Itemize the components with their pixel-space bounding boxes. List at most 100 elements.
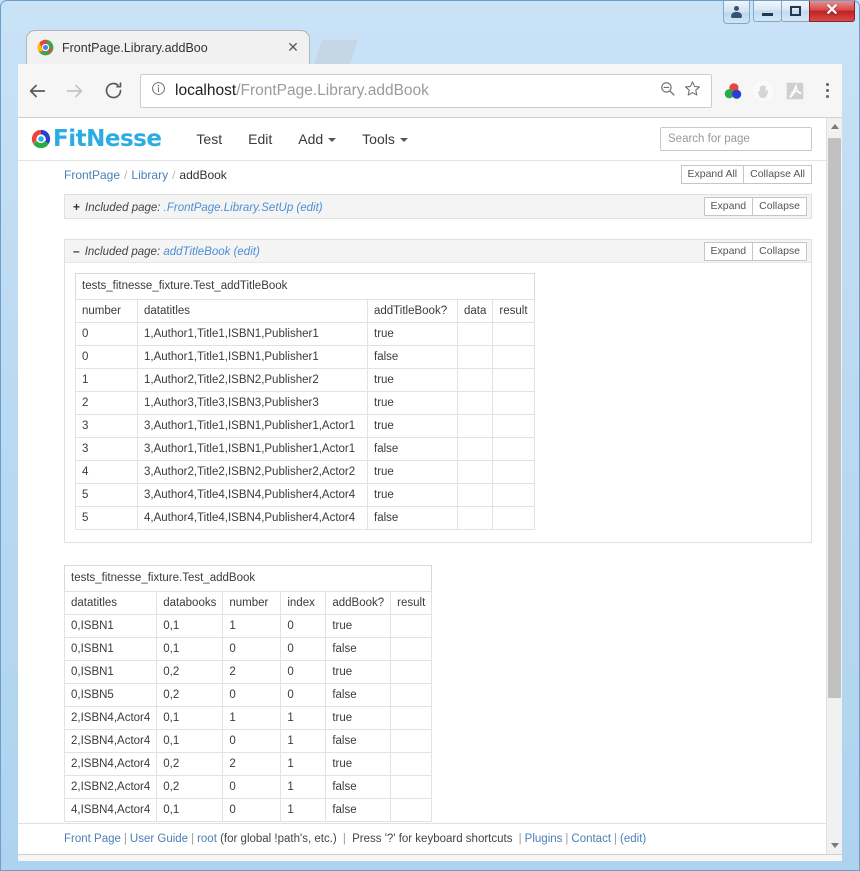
included-page-setup-header: + Included page: .FrontPage.Library.SetUp… bbox=[65, 195, 811, 218]
cell: 0 bbox=[222, 729, 282, 753]
address-bar[interactable]: localhost/FrontPage.Library.addBook bbox=[140, 73, 712, 108]
cell: 0 bbox=[75, 322, 138, 346]
included-page-link[interactable]: addTitleBook bbox=[163, 246, 230, 258]
bookmark-star-icon[interactable] bbox=[684, 80, 701, 102]
cell: false bbox=[367, 506, 458, 530]
cell bbox=[390, 683, 433, 707]
cell: 0 bbox=[280, 637, 327, 661]
cell: 0,ISBN1 bbox=[63, 660, 158, 684]
close-window-button[interactable]: ✕ bbox=[809, 1, 855, 22]
collapse-button[interactable]: Collapse bbox=[752, 197, 807, 216]
cell bbox=[492, 391, 535, 415]
forward-button[interactable] bbox=[56, 72, 94, 110]
cell bbox=[492, 414, 535, 438]
cell bbox=[492, 483, 535, 507]
footer-separator: | bbox=[518, 833, 522, 845]
search-input[interactable]: Search for page bbox=[660, 127, 812, 151]
included-page-link[interactable]: .FrontPage.Library.SetUp bbox=[164, 202, 294, 214]
table-row: 3 3,Author1,Title1,ISBN1,Publisher1,Acto… bbox=[75, 437, 535, 461]
page-scrollbar[interactable] bbox=[826, 118, 842, 854]
table-row: 0 1,Author1,Title1,ISBN1,Publisher1 true bbox=[75, 322, 535, 346]
footer-link-plugins[interactable]: Plugins bbox=[525, 833, 563, 845]
included-page-edit-link[interactable]: (edit) bbox=[296, 202, 322, 214]
fixture-table-body: tests_fitnesse_fixture.Test_addTitleBook… bbox=[75, 273, 535, 530]
tab-close-icon[interactable]: ✕ bbox=[285, 39, 301, 56]
nav-item-edit-label: Edit bbox=[248, 131, 273, 147]
reload-button[interactable] bbox=[94, 72, 132, 110]
expand-all-button[interactable]: Expand All bbox=[680, 165, 745, 184]
cell: 0,1 bbox=[156, 614, 224, 638]
footer-link-root[interactable]: root bbox=[197, 833, 217, 845]
browser-tab[interactable]: FrontPage.Library.addBoo ✕ bbox=[26, 30, 310, 64]
expand-toggle-icon[interactable]: + bbox=[73, 200, 80, 214]
footer-link-user-guide[interactable]: User Guide bbox=[130, 833, 188, 845]
maximize-button[interactable] bbox=[781, 1, 810, 22]
expand-button[interactable]: Expand bbox=[703, 197, 754, 216]
cell: true bbox=[325, 660, 392, 684]
cell: 3,Author1,Title1,ISBN1,Publisher1,Actor1 bbox=[137, 437, 368, 461]
fitnesse-logo[interactable]: FitNesse bbox=[30, 126, 162, 152]
nav-item-test[interactable]: Test bbox=[183, 125, 235, 153]
cell: 1 bbox=[222, 614, 282, 638]
footer-link-contact[interactable]: Contact bbox=[571, 833, 611, 845]
footer-text-global-path: (for global !path's, etc.) bbox=[216, 833, 340, 845]
url-path: /FrontPage.Library.addBook bbox=[236, 81, 429, 99]
table-row: 0,ISBN5 0,2 0 0 false bbox=[63, 683, 433, 707]
collapse-button[interactable]: Collapse bbox=[752, 241, 807, 261]
fixture-table-add-title-book: tests_fitnesse_fixture.Test_addTitleBook… bbox=[75, 273, 535, 530]
site-info-icon[interactable] bbox=[151, 81, 166, 101]
nav-item-add[interactable]: Add bbox=[285, 125, 349, 153]
back-button[interactable] bbox=[18, 72, 56, 110]
cell: 0,1 bbox=[156, 729, 224, 753]
new-tab-button[interactable] bbox=[314, 40, 358, 64]
url-host: localhost bbox=[175, 81, 237, 99]
breadcrumb-item-library[interactable]: Library bbox=[131, 168, 168, 182]
column-header: datatitles bbox=[63, 591, 158, 615]
user-account-button[interactable] bbox=[723, 1, 750, 24]
cell: 3 bbox=[75, 437, 138, 461]
cell: true bbox=[325, 752, 392, 776]
footer-link-front-page[interactable]: Front Page bbox=[64, 833, 121, 845]
table-row: 0,ISBN1 0,1 1 0 true bbox=[63, 614, 433, 638]
table-row: 5 4,Author4,Title4,ISBN4,Publisher4,Acto… bbox=[75, 506, 535, 530]
cell: true bbox=[367, 322, 458, 346]
scroll-down-button[interactable] bbox=[827, 837, 842, 854]
cell: 2 bbox=[222, 660, 282, 684]
browser-menu-button[interactable] bbox=[812, 72, 842, 110]
close-icon: ✕ bbox=[825, 2, 839, 19]
table-row: 5 3,Author4,Title4,ISBN4,Publisher4,Acto… bbox=[75, 483, 535, 507]
nav-item-tools[interactable]: Tools bbox=[349, 125, 421, 153]
table-row: 3 3,Author1,Title1,ISBN1,Publisher1,Acto… bbox=[75, 414, 535, 438]
extension-hand-button[interactable] bbox=[748, 72, 778, 110]
nav-item-edit[interactable]: Edit bbox=[235, 125, 285, 153]
collapse-all-button[interactable]: Collapse All bbox=[743, 165, 812, 184]
table-row: 2 1,Author3,Title3,ISBN3,Publisher3 true bbox=[75, 391, 535, 415]
cell: false bbox=[325, 637, 392, 661]
cell: false bbox=[325, 683, 392, 707]
scrollbar-thumb[interactable] bbox=[828, 138, 841, 698]
window-controls: ✕ bbox=[723, 1, 855, 25]
cell bbox=[456, 460, 494, 484]
nav-item-add-label: Add bbox=[298, 131, 324, 147]
fitnesse-main-nav: Test Edit Add Tools bbox=[183, 125, 660, 153]
minimize-button[interactable] bbox=[753, 1, 782, 22]
cell bbox=[456, 368, 494, 392]
cell: true bbox=[367, 368, 458, 392]
cell: true bbox=[367, 391, 458, 415]
column-header: result bbox=[390, 591, 433, 615]
reload-icon bbox=[105, 82, 121, 99]
cell: true bbox=[325, 614, 392, 638]
zoom-out-icon[interactable] bbox=[659, 80, 676, 102]
scroll-up-button[interactable] bbox=[827, 118, 842, 135]
table-row: 1 1,Author2,Title2,ISBN2,Publisher2 true bbox=[75, 368, 535, 392]
breadcrumb-item-frontpage[interactable]: FrontPage bbox=[64, 168, 120, 182]
chevron-down-icon bbox=[399, 138, 408, 143]
cell: 1 bbox=[280, 775, 327, 799]
footer-separator: | bbox=[123, 833, 127, 845]
collapse-toggle-icon[interactable]: – bbox=[73, 244, 80, 258]
expand-button[interactable]: Expand bbox=[703, 241, 754, 261]
included-page-edit-link[interactable]: (edit) bbox=[234, 246, 260, 258]
extension-pdf-button[interactable] bbox=[778, 72, 812, 110]
extension-color-circles-button[interactable] bbox=[718, 72, 748, 110]
footer-link-edit[interactable]: (edit) bbox=[620, 833, 646, 845]
